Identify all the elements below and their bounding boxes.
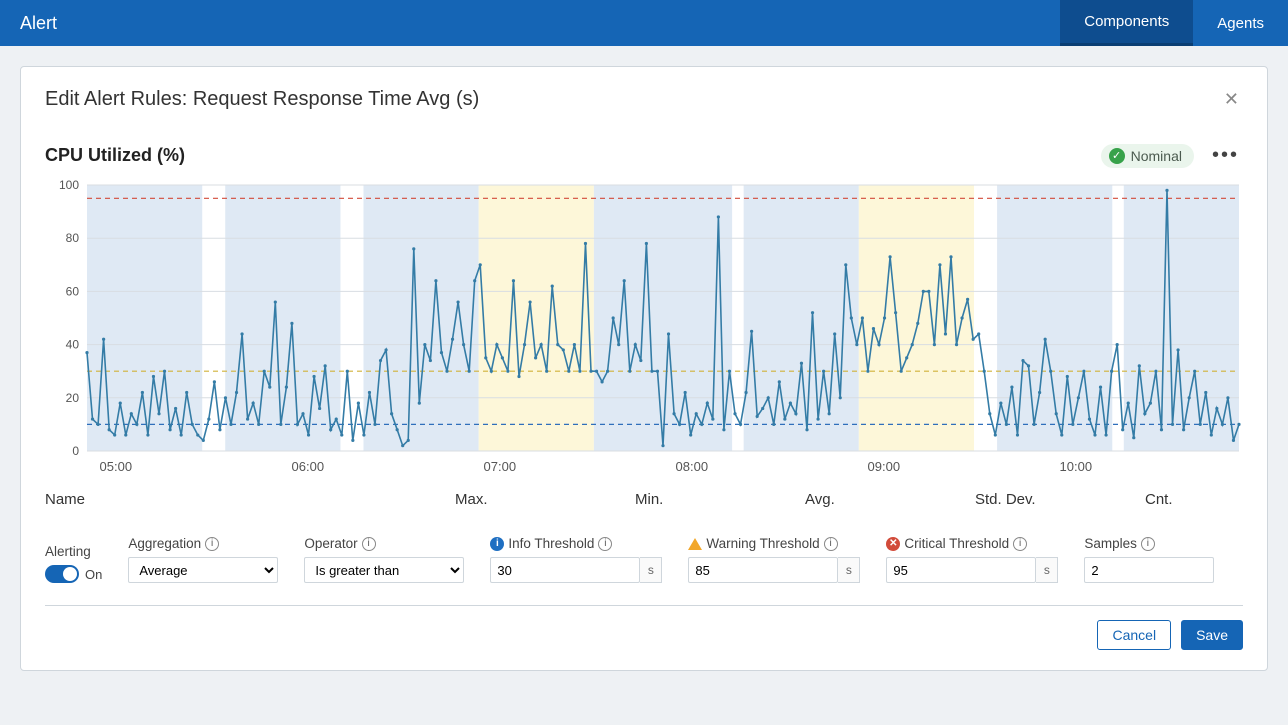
svg-text:10:00: 10:00 [1060,459,1093,474]
panel-title: Edit Alert Rules: Request Response Time … [45,88,479,111]
more-icon[interactable]: ••• [1208,140,1243,171]
unit-label: s [640,557,662,583]
info-icon[interactable]: i [824,537,838,551]
close-icon[interactable]: ✕ [1220,85,1243,114]
operator-col: Operator i Is greater than [304,536,464,583]
info-threshold-input[interactable] [490,557,640,583]
warning-threshold-input[interactable] [688,557,838,583]
svg-text:07:00: 07:00 [484,459,517,474]
status-label: Nominal [1131,148,1182,164]
unit-label: s [1036,557,1058,583]
samples-col: Samples i [1084,536,1214,583]
samples-label: Samples i [1084,536,1214,551]
stat-min: Min. [635,491,805,508]
check-icon: ✓ [1109,148,1125,164]
aggregation-label: Aggregation i [128,536,278,551]
svg-text:06:00: 06:00 [292,459,325,474]
stat-avg: Avg. [805,491,975,508]
operator-label: Operator i [304,536,464,551]
svg-text:20: 20 [66,391,80,405]
chart-title: CPU Utilized (%) [45,145,185,166]
alerting-state: On [85,567,102,582]
svg-text:40: 40 [66,338,80,352]
chart-header: CPU Utilized (%) ✓ Nominal ••• [45,140,1243,171]
info-icon[interactable]: i [362,537,376,551]
svg-text:100: 100 [59,179,79,192]
warning-threshold-icon [688,538,702,550]
panel-header: Edit Alert Rules: Request Response Time … [21,67,1267,124]
alerting-label: Alerting [45,544,102,559]
svg-text:05:00: 05:00 [100,459,133,474]
app-title: Alert [20,13,57,34]
tab-agents[interactable]: Agents [1193,0,1288,46]
info-threshold-icon: i [490,537,504,551]
stat-headers: Name Max. Min. Avg. Std. Dev. Cnt. [45,491,1243,508]
cancel-button[interactable]: Cancel [1097,620,1171,650]
operator-select[interactable]: Is greater than [304,557,464,583]
aggregation-col: Aggregation i Average [128,536,278,583]
cpu-chart: 0 20 40 60 80 100 05:00 06:00 07:00 08:00 09:00 10:… [45,179,1243,479]
tab-components[interactable]: Components [1060,0,1193,46]
info-threshold-label: i Info Threshold i [490,536,662,551]
info-icon[interactable]: i [205,537,219,551]
top-bar: Alert Components Agents [0,0,1288,46]
edit-alert-panel: Edit Alert Rules: Request Response Time … [20,66,1268,671]
critical-threshold-col: ✕ Critical Threshold i s [886,536,1058,583]
info-threshold-col: i Info Threshold i s [490,536,662,583]
critical-threshold-label: ✕ Critical Threshold i [886,536,1058,551]
status-badge: ✓ Nominal [1101,144,1194,168]
samples-input[interactable] [1084,557,1214,583]
svg-text:60: 60 [66,284,80,298]
stat-max: Max. [455,491,635,508]
info-icon[interactable]: i [1141,537,1155,551]
aggregation-select[interactable]: Average [128,557,278,583]
panel-footer: Cancel Save [45,606,1243,656]
critical-threshold-icon: ✕ [886,537,900,551]
alert-form: Alerting On Aggregation i Average Operat… [45,536,1243,583]
alerting-toggle[interactable] [45,565,79,583]
info-icon[interactable]: i [598,537,612,551]
svg-text:08:00: 08:00 [676,459,709,474]
alerting-col: Alerting On [45,544,102,583]
cpu-chart-svg: 0 20 40 60 80 100 05:00 06:00 07:00 08:00 09:00 10:… [45,179,1245,479]
svg-text:80: 80 [66,231,80,245]
svg-text:0: 0 [72,444,79,458]
warning-threshold-label: Warning Threshold i [688,536,860,551]
stat-cnt: Cnt. [1145,491,1245,508]
stat-name: Name [45,491,455,508]
info-icon[interactable]: i [1013,537,1027,551]
unit-label: s [838,557,860,583]
svg-text:09:00: 09:00 [868,459,901,474]
stat-std: Std. Dev. [975,491,1145,508]
warning-threshold-col: Warning Threshold i s [688,536,860,583]
top-tabs: Components Agents [1060,0,1288,46]
save-button[interactable]: Save [1181,620,1243,650]
critical-threshold-input[interactable] [886,557,1036,583]
